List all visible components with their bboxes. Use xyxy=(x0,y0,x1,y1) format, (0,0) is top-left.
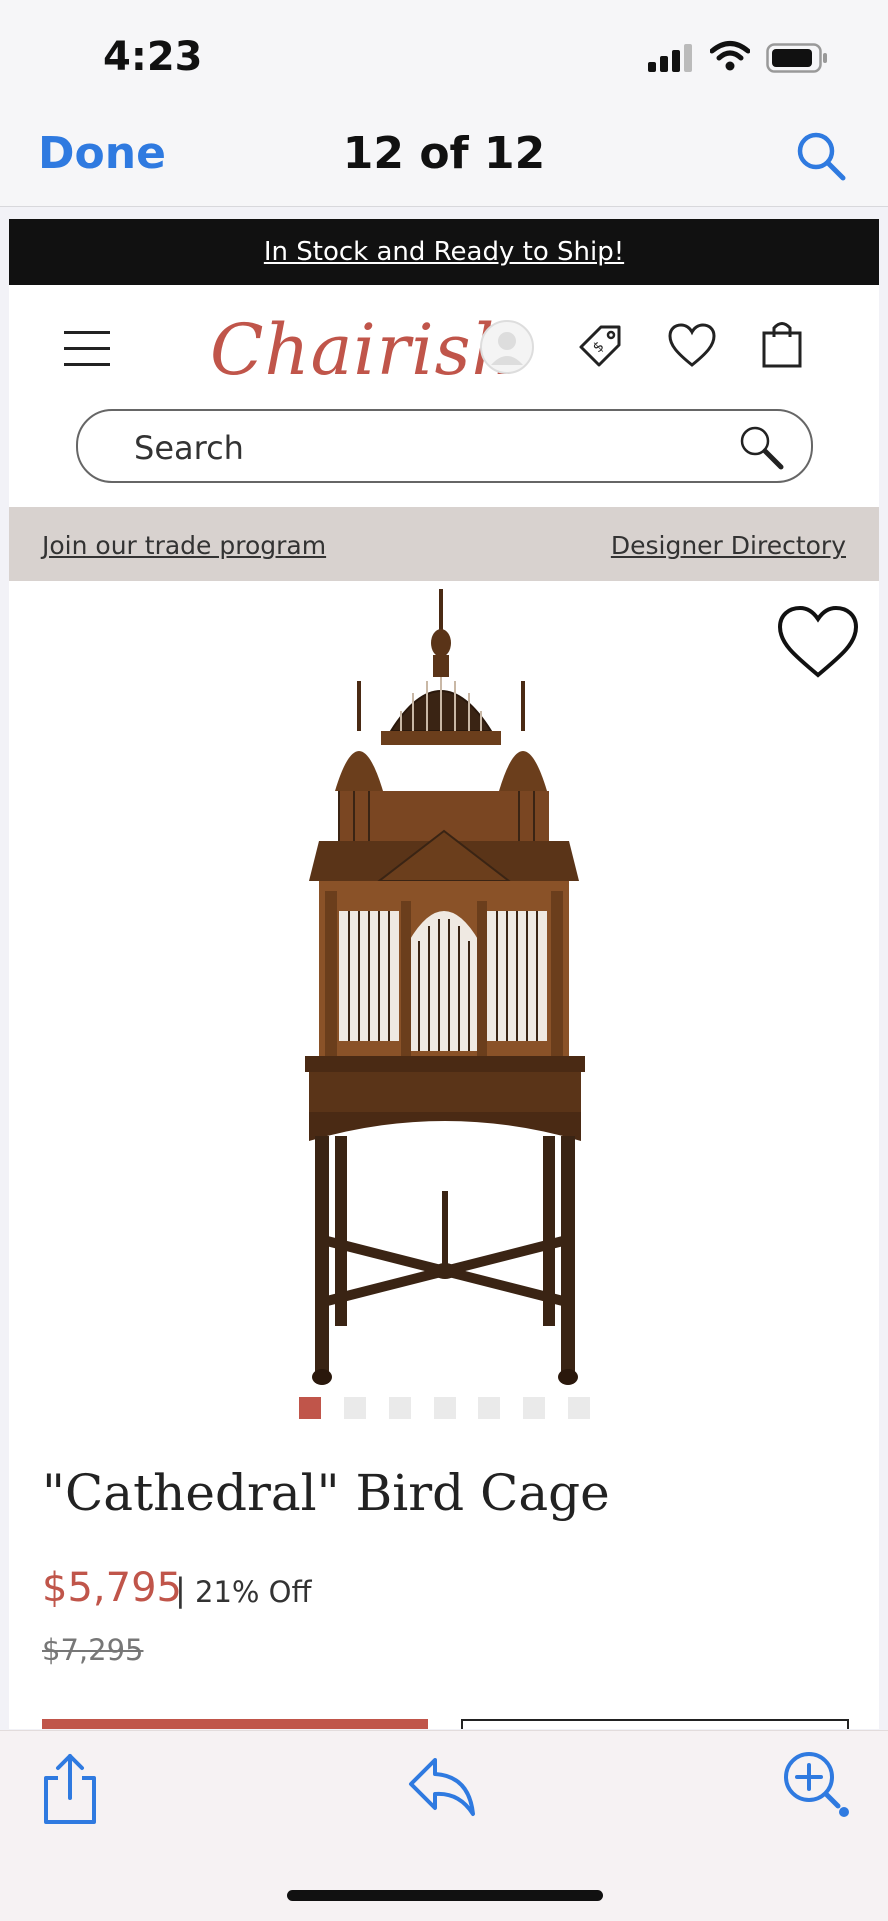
heart-icon[interactable] xyxy=(667,323,717,369)
shopping-bag-icon[interactable] xyxy=(761,319,803,369)
favorite-heart-icon[interactable] xyxy=(776,605,860,681)
magnifier-icon[interactable] xyxy=(737,423,785,471)
secondary-action-button[interactable] xyxy=(461,1719,849,1729)
page-counter-title: 12 of 12 xyxy=(342,128,546,179)
product-image[interactable] xyxy=(9,581,879,1391)
search-icon[interactable] xyxy=(795,130,847,182)
reply-icon[interactable] xyxy=(407,1752,479,1822)
trade-links-bar: Join our trade program Designer Director… xyxy=(9,507,879,581)
search-input[interactable]: Search xyxy=(76,409,813,483)
product-title: "Cathedral" Bird Cage xyxy=(42,1464,610,1522)
wifi-icon xyxy=(710,41,750,71)
status-time: 4:23 xyxy=(103,34,203,80)
image-dot-1[interactable] xyxy=(299,1397,321,1419)
image-dot-3[interactable] xyxy=(389,1397,411,1419)
trade-program-link[interactable]: Join our trade program xyxy=(42,531,326,560)
stock-banner-link[interactable]: In Stock and Ready to Ship! xyxy=(9,219,879,285)
sale-price: $5,795 xyxy=(42,1565,182,1611)
webpage-screenshot: In Stock and Ready to Ship! Chairish $ S… xyxy=(9,219,879,1729)
designer-directory-link[interactable]: Designer Directory xyxy=(611,531,846,560)
account-icon[interactable] xyxy=(479,319,535,375)
price-separator: | xyxy=(175,1571,186,1609)
primary-action-button[interactable] xyxy=(42,1719,428,1729)
original-price: $7,295 xyxy=(42,1633,144,1667)
chairish-logo[interactable]: Chairish xyxy=(210,309,518,391)
image-dot-5[interactable] xyxy=(478,1397,500,1419)
svg-text:$: $ xyxy=(590,338,608,356)
image-dot-2[interactable] xyxy=(344,1397,366,1419)
image-dot-7[interactable] xyxy=(568,1397,590,1419)
price-tag-icon[interactable]: $ xyxy=(575,321,625,371)
menu-icon[interactable] xyxy=(64,331,110,367)
discount-label: 21% Off xyxy=(195,1575,312,1609)
image-dot-6[interactable] xyxy=(523,1397,545,1419)
search-placeholder: Search xyxy=(134,429,244,467)
signal-icon xyxy=(648,44,692,72)
battery-icon xyxy=(766,43,827,73)
share-icon[interactable] xyxy=(40,1752,100,1828)
zoom-in-icon[interactable] xyxy=(780,1748,852,1820)
home-indicator[interactable] xyxy=(287,1890,603,1901)
image-dot-4[interactable] xyxy=(434,1397,456,1419)
